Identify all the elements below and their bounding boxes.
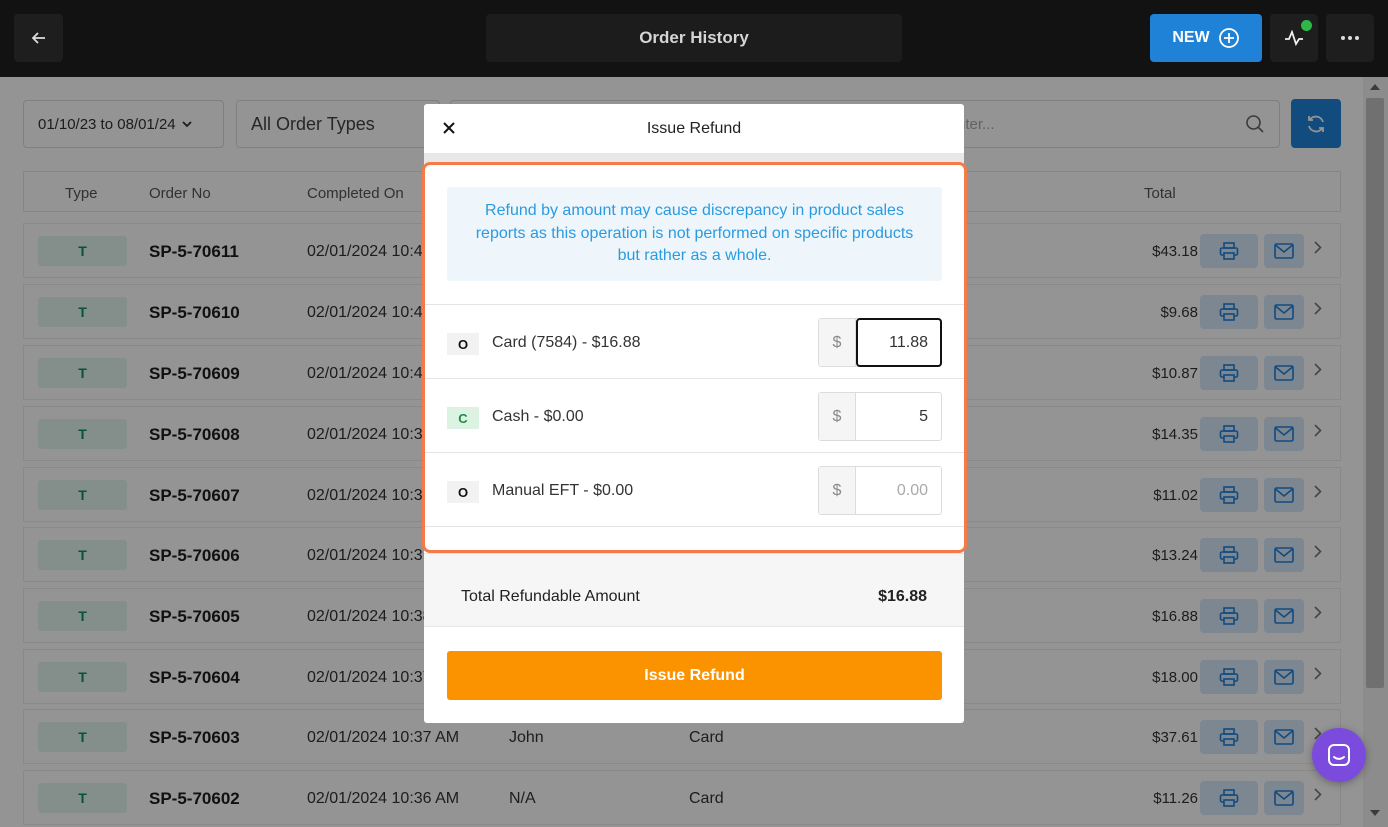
refund-warning-notice: Refund by amount may cause discrepancy i…: [447, 187, 942, 281]
new-order-button[interactable]: NEW: [1150, 14, 1262, 62]
chat-launcher-button[interactable]: [1312, 728, 1366, 782]
total-refundable-label: Total Refundable Amount: [461, 588, 640, 605]
refund-amount-group: $: [818, 466, 942, 515]
activity-button[interactable]: [1270, 14, 1318, 62]
currency-prefix: $: [819, 467, 856, 514]
currency-prefix: $: [819, 319, 856, 366]
payment-label: Manual EFT - $0.00: [492, 482, 634, 499]
manual-eft-refund-amount-input[interactable]: [857, 467, 941, 514]
payment-label: Card (7584) - $16.88: [492, 334, 641, 351]
modal-title: Issue Refund: [646, 119, 742, 137]
card-refund-amount-input[interactable]: [856, 318, 942, 367]
top-bar: Order History NEW: [0, 0, 1388, 77]
issue-refund-modal: Issue Refund Refund by amount may cause …: [424, 104, 964, 723]
modal-divider: [424, 154, 964, 164]
payment-label: Cash - $0.00: [492, 408, 584, 425]
new-button-label: NEW: [1172, 29, 1210, 46]
total-refundable-row: Total Refundable Amount $16.88: [424, 553, 964, 627]
plus-circle-icon: [1218, 28, 1239, 48]
activity-pulse-icon: [1285, 30, 1303, 46]
payment-type-tag: C: [447, 407, 479, 429]
issue-refund-button[interactable]: Issue Refund: [447, 651, 942, 700]
more-options-button[interactable]: [1326, 14, 1374, 62]
payment-type-tag: O: [447, 333, 479, 355]
more-horizontal-icon: [1341, 36, 1359, 40]
chat-icon: [1328, 744, 1350, 766]
back-button[interactable]: [14, 14, 63, 62]
payment-row-manual-eft: O Manual EFT - $0.00 $: [424, 452, 964, 526]
refund-amount-group: $: [818, 392, 942, 441]
modal-header: Issue Refund: [424, 104, 964, 154]
total-refundable-value: $16.88: [878, 588, 927, 605]
payment-list-end: [424, 526, 964, 552]
close-icon[interactable]: [442, 121, 456, 135]
online-status-dot: [1301, 20, 1312, 31]
page-title: Order History: [486, 14, 902, 62]
payment-row-card: O Card (7584) - $16.88 $: [424, 304, 964, 378]
payment-row-cash: C Cash - $0.00 $: [424, 378, 964, 452]
currency-prefix: $: [819, 393, 856, 440]
arrow-left-icon: [31, 32, 45, 44]
payment-type-tag: O: [447, 481, 479, 503]
refund-amount-group: $: [818, 318, 942, 367]
cash-refund-amount-input[interactable]: [857, 393, 941, 440]
